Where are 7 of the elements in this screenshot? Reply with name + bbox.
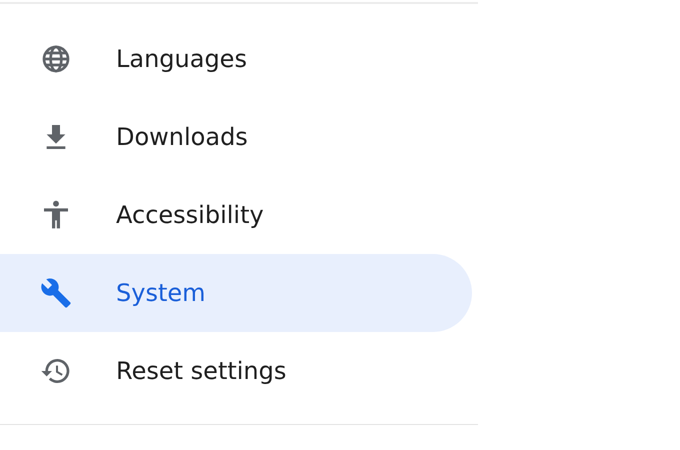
wrench-icon [40, 277, 72, 309]
menu-item[interactable]: System [0, 254, 472, 332]
globe-icon [40, 43, 72, 75]
menu-item[interactable]: Languages [0, 20, 472, 98]
menu-item[interactable]: Reset settings [0, 332, 472, 410]
menu-item[interactable]: Downloads [0, 98, 472, 176]
menu-item[interactable]: Accessibility [0, 176, 472, 254]
